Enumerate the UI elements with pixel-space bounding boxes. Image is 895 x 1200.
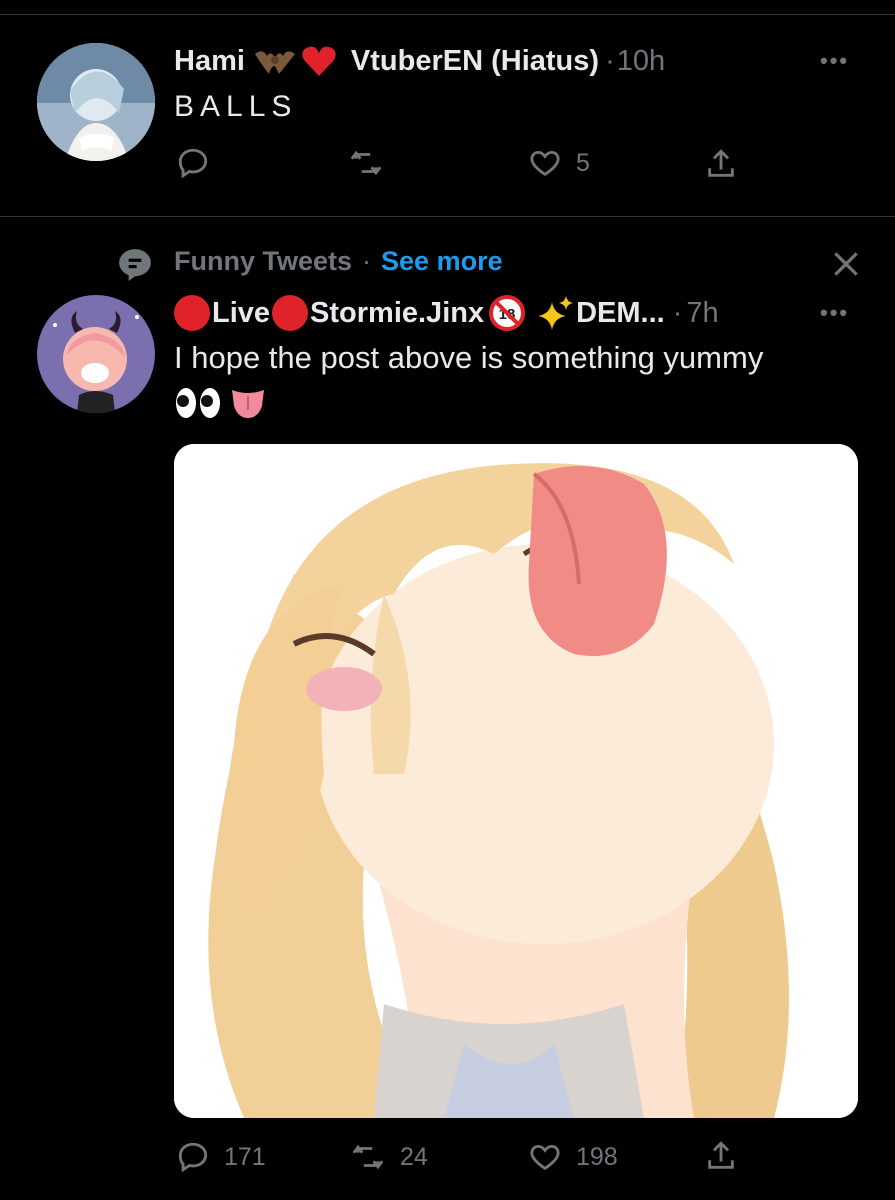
reply-count: 171 (224, 1142, 266, 1171)
share-icon (708, 1141, 734, 1169)
topic-separator: · (362, 246, 372, 276)
see-more-link[interactable]: See more (381, 246, 503, 277)
live-label[interactable]: Live (212, 297, 270, 330)
share-button[interactable] (704, 1138, 738, 1174)
like-button[interactable]: 198 (528, 1140, 618, 1174)
tweet2-header: Live Stormie.Jinx 18 DEM... · 7h (174, 292, 719, 334)
heart-emoji (302, 46, 336, 76)
more-icon[interactable]: ••• (820, 48, 849, 74)
sparkles-emoji (538, 296, 574, 330)
tweet-text: I hope the post above is something yummy (174, 340, 764, 375)
no-under-18-emoji: 18 (489, 295, 526, 331)
reply-button[interactable] (176, 146, 224, 180)
more-icon[interactable]: ••• (820, 300, 849, 326)
tweet-media-image[interactable] (174, 444, 858, 1118)
topic-icon (116, 246, 154, 289)
reply-icon (178, 1142, 208, 1173)
tweet1-header: Hami VtuberEN (Hiatus) · 10h (174, 41, 665, 81)
share-button[interactable] (704, 146, 738, 182)
retweet-icon (350, 150, 382, 176)
close-icon[interactable] (830, 248, 862, 285)
eyes-emoji (176, 388, 220, 418)
tweet-divider (0, 216, 895, 217)
bat-emoji (254, 51, 295, 74)
timestamp[interactable]: 7h (686, 297, 718, 330)
tweet-text: BALLS (174, 90, 298, 123)
like-icon (530, 150, 560, 176)
tongue-emoji (232, 390, 264, 418)
timestamp[interactable]: 10h (617, 45, 665, 78)
emoji-row (174, 386, 268, 420)
reply-icon (178, 148, 208, 179)
like-count: 198 (576, 1142, 618, 1171)
avatar[interactable] (37, 295, 155, 413)
retweet-count: 24 (400, 1142, 428, 1171)
live-red-dot-icon (272, 295, 309, 331)
display-name[interactable]: Stormie.Jinx (310, 297, 484, 330)
live-red-dot-icon (174, 295, 210, 331)
share-icon (708, 149, 734, 177)
reply-button[interactable]: 171 (176, 1140, 266, 1174)
retweet-button[interactable]: 24 (350, 1140, 428, 1174)
display-name[interactable]: Hami (174, 45, 245, 78)
time-separator: · (672, 296, 683, 329)
topic-name[interactable]: Funny Tweets (174, 246, 352, 277)
like-button[interactable]: 5 (528, 146, 590, 180)
like-icon (530, 1144, 560, 1170)
display-name-suffix[interactable]: VtuberEN (Hiatus) (351, 45, 599, 78)
display-name-more[interactable]: DEM... (576, 297, 665, 330)
time-separator: · (605, 44, 615, 77)
retweet-icon (352, 1144, 384, 1170)
topic-header: Funny Tweets · See more (174, 246, 503, 277)
top-divider (0, 14, 895, 15)
retweet-button[interactable] (348, 146, 398, 180)
avatar[interactable] (37, 43, 155, 161)
